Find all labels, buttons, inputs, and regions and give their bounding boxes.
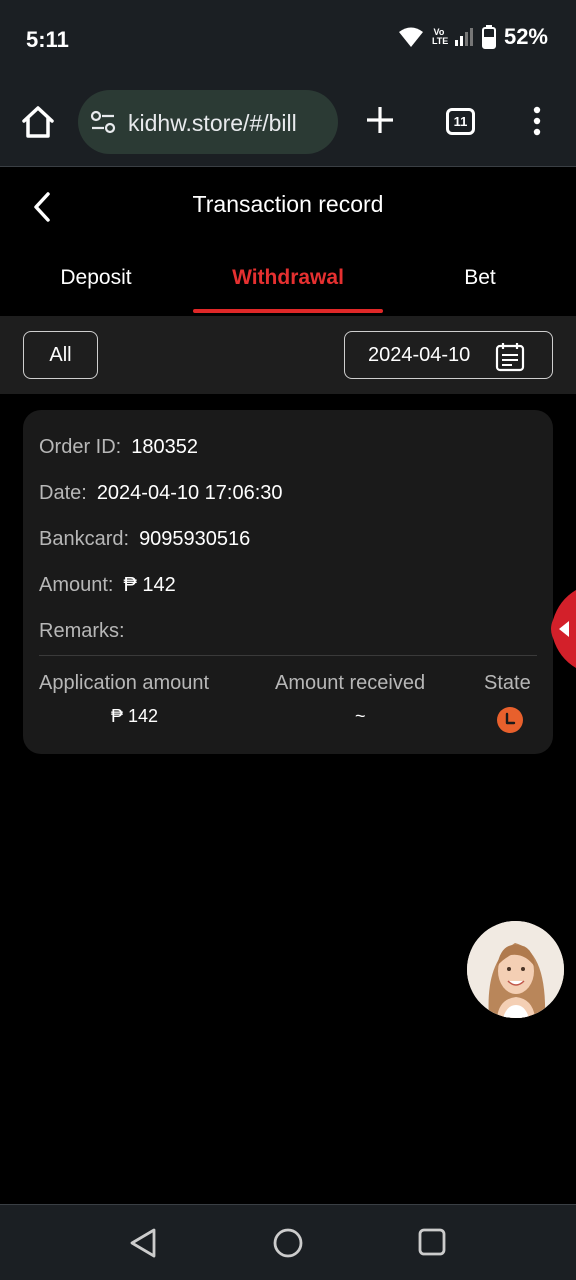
status-icons: Vo LTE 52% — [398, 24, 548, 50]
date-row: Date: 2024-04-10 17:06:30 — [39, 482, 283, 505]
address-bar[interactable]: kidhw.store/#/bill — [78, 90, 338, 154]
amount-received-value: ~ — [355, 706, 366, 726]
home-icon[interactable] — [18, 102, 58, 142]
remarks-label: Remarks: — [39, 620, 125, 642]
nav-recents-icon[interactable] — [418, 1228, 446, 1256]
avatar-image — [467, 921, 564, 1018]
signal-icon — [454, 28, 473, 46]
page-title: Transaction record — [192, 191, 384, 217]
battery-icon — [481, 25, 496, 49]
volte-text-2: LTE — [431, 36, 449, 46]
active-tab-indicator — [193, 309, 383, 313]
customer-service-avatar[interactable] — [467, 921, 564, 1018]
bankcard-row: Bankcard: 9095930516 — [39, 528, 250, 551]
side-drawer-tab[interactable] — [549, 590, 576, 668]
order-id-value: 180352 — [131, 436, 198, 458]
date-value: 2024-04-10 17:06:30 — [96, 482, 283, 504]
amount-value: ₱ 142 — [123, 574, 176, 596]
app-header: Transaction record — [0, 168, 576, 244]
tab-bet[interactable]: Bet — [384, 266, 576, 290]
more-menu-icon[interactable] — [530, 106, 544, 136]
new-tab-icon[interactable] — [364, 104, 396, 136]
type-filter-button[interactable]: All — [23, 331, 98, 379]
transaction-card: Order ID: 180352 Date: 2024-04-10 17:06:30… — [23, 410, 553, 754]
order-id-row: Order ID: 180352 — [39, 436, 198, 459]
date-label: Date: — [39, 482, 87, 504]
filter-bar: All 2024-04-10 — [0, 316, 576, 394]
application-amount-value: ₱ 142 — [111, 706, 159, 726]
date-picker[interactable]: 2024-04-10 — [344, 331, 553, 379]
bankcard-label: Bankcard: — [39, 528, 130, 550]
nav-home-icon[interactable] — [272, 1227, 304, 1259]
tab-switcher-button[interactable]: 11 — [446, 108, 475, 135]
volte-indicator: Vo LTE — [431, 28, 449, 46]
record-tabs: Deposit Withdrawal Bet — [0, 244, 576, 316]
tab-deposit[interactable]: Deposit — [0, 266, 192, 290]
tab-withdrawal[interactable]: Withdrawal — [192, 266, 384, 290]
bankcard-value: 9095930516 — [139, 528, 251, 550]
status-bar: 5:11 Vo LTE 52% — [0, 0, 576, 80]
url-text[interactable]: kidhw.store/#/bill — [128, 110, 297, 137]
application-amount-header: Application amount — [39, 672, 210, 694]
status-time: 5:11 — [26, 27, 69, 52]
amount-label: Amount: — [39, 574, 114, 596]
battery-percent: 52% — [503, 24, 548, 49]
nav-back-icon[interactable] — [128, 1227, 158, 1259]
amount-row: Amount: ₱ 142 — [39, 574, 176, 597]
amount-received-header: Amount received — [275, 672, 426, 694]
site-settings-icon[interactable] — [90, 110, 116, 134]
pending-clock-icon — [497, 707, 523, 733]
state-header: State — [484, 672, 531, 694]
browser-toolbar: kidhw.store/#/bill 11 — [0, 80, 576, 167]
calendar-icon — [495, 343, 525, 372]
order-id-label: Order ID: — [39, 436, 122, 458]
wifi-icon — [398, 27, 423, 47]
system-nav-bar — [0, 1204, 576, 1280]
date-picker-value: 2024-04-10 — [368, 344, 471, 366]
card-divider — [39, 655, 537, 656]
remarks-row: Remarks: — [39, 620, 135, 643]
